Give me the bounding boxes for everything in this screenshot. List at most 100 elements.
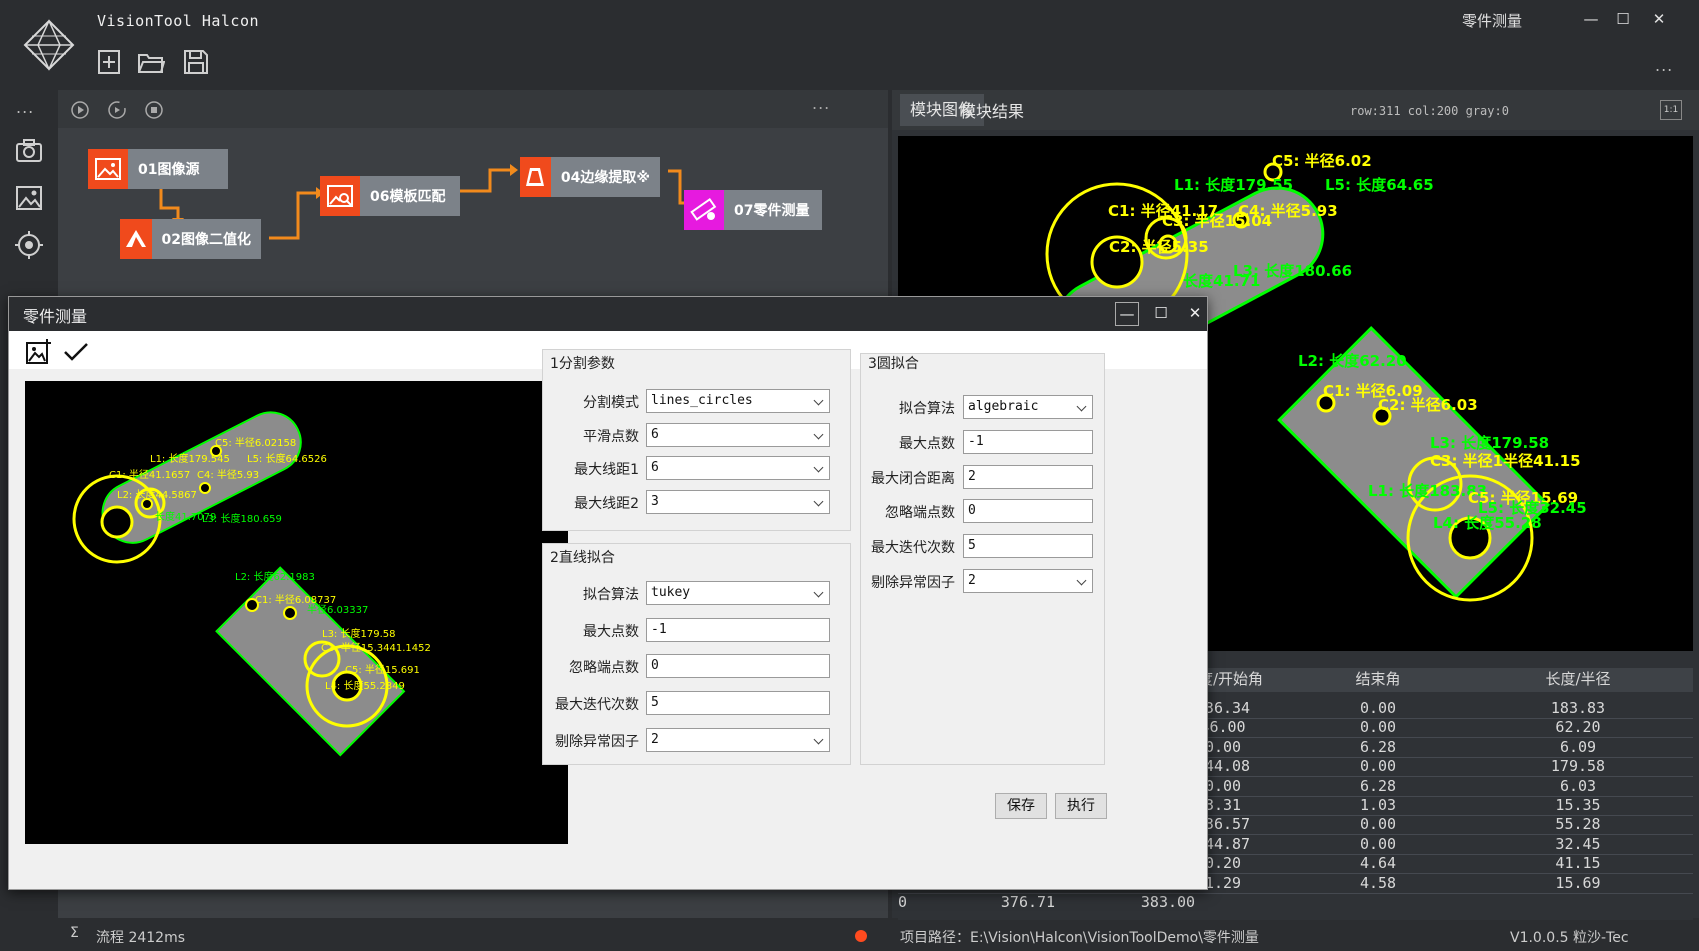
field-label: 平滑点数 (583, 428, 639, 445)
table-cell: 15.35 (1555, 796, 1601, 814)
open-folder-icon[interactable] (137, 48, 165, 76)
load-image-icon[interactable] (25, 339, 51, 365)
table-cell: 55.28 (1555, 815, 1601, 834)
table-cell: 183.83 (1550, 699, 1606, 717)
flow-node-template-match[interactable]: 06模板匹配 (320, 176, 460, 216)
play-icon[interactable] (70, 100, 90, 120)
measure-label: L3: 长度179.58 (322, 627, 395, 640)
text-input[interactable]: -1 (963, 429, 1093, 454)
text-input[interactable]: 5 (963, 534, 1093, 559)
field-label: 忽略端点数 (569, 660, 639, 677)
measure-label: L3: 长度180.659 (202, 512, 282, 525)
text-input[interactable]: -1 (646, 617, 830, 642)
table-cell: 6.03 (1559, 776, 1597, 795)
rail-more-button[interactable]: ... (16, 98, 34, 117)
loop-icon[interactable] (107, 100, 127, 120)
flow-node-binarize[interactable]: 02图像二值化 (120, 219, 261, 259)
measure-label: C3: 半径1半径41.15 (1430, 452, 1581, 470)
table-cell: 179.58 (1550, 757, 1606, 776)
measure-label: L1: 长度179.55 (1174, 176, 1293, 194)
group-title: 2直线拟合 (550, 550, 615, 566)
field-label: 最大闭合距离 (871, 470, 955, 487)
target-icon[interactable] (14, 230, 44, 260)
dialog-image-view[interactable]: C5: 半径6.02158 L1: 长度179.545 L5: 长度64.6526 C… (25, 381, 568, 844)
group-title: 3圆拟合 (868, 356, 919, 372)
check-icon[interactable] (63, 341, 89, 363)
run-button[interactable]: 执行 (1055, 793, 1107, 819)
table-cell: 32.45 (1555, 834, 1601, 853)
measure-label: C2: 半径6.03 (1378, 396, 1478, 414)
dropdown-select[interactable]: 2 (646, 727, 830, 752)
measure-label: L2: 长度62.20 (1298, 352, 1407, 370)
save-icon[interactable] (182, 48, 210, 76)
dialog-title-bar (9, 297, 1207, 331)
tab-module-result[interactable]: 模块结果 (960, 98, 1024, 122)
maximize-button[interactable]: ☐ (1612, 8, 1634, 30)
dropdown-select[interactable]: 6 (646, 422, 830, 447)
table-cell: 376.71 (1000, 893, 1056, 911)
image-gallery-icon[interactable] (14, 183, 44, 213)
dropdown-select[interactable]: 3 (646, 489, 830, 514)
minimize-button[interactable]: — (1580, 8, 1602, 30)
binarize-icon (120, 219, 152, 259)
field-label: 拟合算法 (899, 401, 955, 417)
sigma-icon: Σ (70, 925, 79, 941)
flow-node-label: 07零件测量 (734, 203, 810, 219)
measure-label: L2: 长度62.1983 (235, 570, 315, 583)
close-button[interactable]: ✕ (1648, 8, 1670, 30)
version-label: V1.0.0.5 粒沙-Tec (1510, 930, 1629, 946)
table-cell: 41.15 (1555, 854, 1601, 873)
field-label: 最大迭代次数 (555, 697, 639, 714)
table-cell: 0.00 (1359, 834, 1397, 853)
table-cell: 0.00 (1359, 757, 1397, 776)
flow-more-button[interactable]: ... (812, 94, 830, 113)
table-cell: 10 (898, 893, 908, 911)
dropdown-select[interactable]: tukey (646, 581, 830, 605)
measure-label: L1: 长度179.545 (150, 452, 230, 465)
new-file-icon[interactable] (95, 48, 123, 76)
field-label: 忽略端点数 (885, 505, 955, 522)
field-label: 剔除异常因子 (871, 575, 955, 591)
dialog-minimize-button[interactable]: — (1115, 302, 1139, 326)
measure-label: C4: 半径5.93 (1238, 202, 1338, 220)
stop-icon[interactable] (144, 100, 164, 120)
table-cell: 6.09 (1559, 737, 1597, 756)
dropdown-select[interactable]: 6 (646, 456, 830, 480)
flow-node-part-measure[interactable]: 07零件测量 (684, 190, 822, 230)
flow-node-label: 06模板匹配 (370, 189, 446, 205)
camera-icon[interactable] (14, 136, 44, 166)
field-label: 最大点数 (583, 623, 639, 640)
flow-node-edge-extract[interactable]: 04边缘提取※ (520, 157, 660, 197)
flow-time: 流程 2412ms (96, 930, 186, 946)
dropdown-select[interactable]: algebraic (963, 395, 1093, 419)
flow-node-image-source[interactable]: 01图像源 (88, 149, 228, 189)
field-label: 最大线距2 (574, 495, 639, 512)
table-cell: 0.00 (1359, 815, 1397, 834)
measure-label: L5: 长度64.65 (1325, 176, 1434, 194)
text-input[interactable]: 2 (963, 464, 1093, 489)
dialog-close-button[interactable]: ✕ (1183, 302, 1207, 326)
more-menu-button[interactable]: ... (1655, 56, 1673, 75)
measure-label: C1: 半径41.1657 (109, 468, 190, 481)
table-cell: 4.58 (1359, 873, 1397, 892)
measure-label: L3: 长度179.58 (1430, 434, 1549, 452)
flow-toolbar (58, 90, 888, 128)
measure-label: C5: 半径15.691 (345, 663, 420, 676)
column-header-length: 长度/半径 (1545, 670, 1611, 688)
measure-label: C5: 半径6.02 (1272, 152, 1372, 170)
measure-label: 长度41.71 (1183, 272, 1260, 290)
dialog-maximize-button[interactable]: ☐ (1149, 302, 1173, 326)
measure-label: C4: 半径5.93 (197, 468, 259, 481)
table-cell: 15.69 (1555, 873, 1601, 892)
dropdown-select[interactable]: lines_circles (646, 389, 830, 413)
zoom-ratio-button[interactable]: 1:1 (1660, 100, 1682, 120)
text-input[interactable]: 0 (963, 499, 1093, 524)
project-path: 项目路径：E:\Vision\Halcon\VisionToolDemo\零件测… (900, 930, 1259, 946)
text-input[interactable]: 5 (646, 691, 830, 716)
image-icon (88, 149, 128, 189)
save-button[interactable]: 保存 (995, 793, 1047, 819)
text-input[interactable]: 0 (646, 654, 830, 679)
dropdown-select[interactable]: 2 (963, 569, 1093, 593)
measure-label: L4: 长度55.28 (1433, 514, 1542, 532)
template-match-icon (320, 176, 360, 216)
